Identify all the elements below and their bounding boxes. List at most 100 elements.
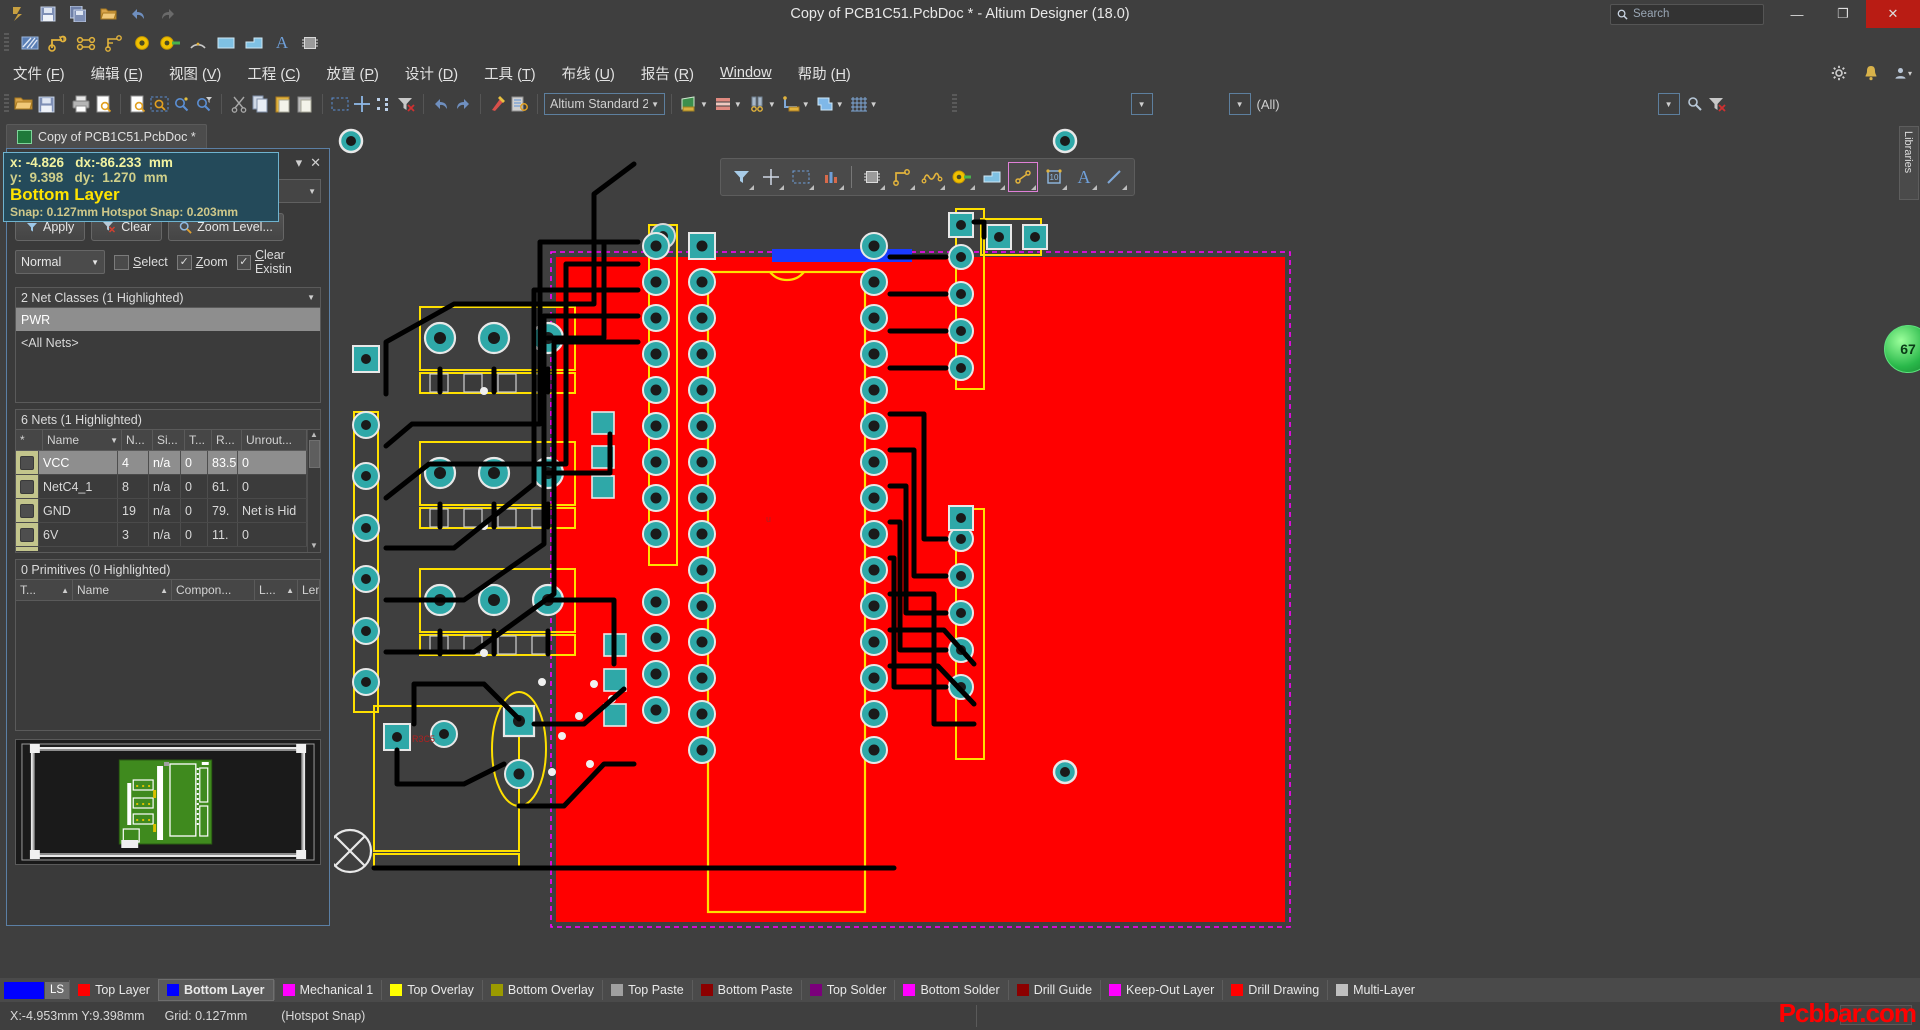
list-item[interactable]: PWR [16, 308, 320, 331]
clear-filter-toolbar-icon[interactable] [1706, 93, 1728, 115]
net-color-swatch[interactable] [16, 475, 39, 498]
layer-tab-drill-drawing[interactable]: Drill Drawing [1222, 980, 1327, 1000]
close-button[interactable]: ✕ [1866, 0, 1920, 28]
paste-special-icon[interactable] [294, 93, 316, 115]
layer-tab-multi-layer[interactable]: Multi-Layer [1327, 980, 1423, 1000]
layer-tab-top-overlay[interactable]: Top Overlay [381, 980, 482, 1000]
col-tracks[interactable]: T... [185, 430, 212, 450]
menu-reports[interactable]: 报告 (R) [628, 61, 707, 86]
menu-file[interactable]: 文件 (F) [0, 61, 78, 86]
panel-close-icon[interactable]: ✕ [310, 155, 321, 171]
zoom-checkbox[interactable]: ✓ Zoom [176, 254, 228, 270]
menu-tools[interactable]: 工具 (T) [471, 61, 549, 86]
pad-tool-icon[interactable] [948, 163, 976, 191]
grid-icon[interactable] [848, 93, 870, 115]
notifications-bell-icon[interactable] [1862, 64, 1880, 82]
board-layers-icon[interactable] [712, 93, 734, 115]
menu-route[interactable]: 布线 (U) [549, 61, 628, 86]
table-row[interactable]: GND 19 n/a 0 79. Net is Hid [16, 499, 307, 523]
print-icon[interactable] [70, 93, 92, 115]
fill-tool-icon[interactable] [978, 163, 1006, 191]
line-tool-icon[interactable] [1100, 163, 1128, 191]
chevron-down-icon[interactable]: ▼ [768, 100, 776, 109]
clear-filter-icon[interactable] [395, 93, 417, 115]
toolbar-grip[interactable] [4, 33, 9, 53]
nets-scrollbar[interactable]: ▲ ▼ [307, 430, 320, 552]
cross-probe-icon[interactable] [487, 93, 509, 115]
clear-existing-checkbox-box[interactable]: ✓ [236, 254, 251, 270]
filter-mode-select[interactable]: Normal ▼ [15, 250, 105, 274]
zoom-selected-icon[interactable] [171, 93, 193, 115]
chevron-down-icon[interactable]: ▼ [700, 100, 708, 109]
layer-sets-icon[interactable] [814, 93, 836, 115]
design-rules-icon[interactable] [746, 93, 768, 115]
net-color-swatch[interactable] [16, 451, 39, 474]
selection-box-tool-icon[interactable] [787, 163, 815, 191]
select-area-icon[interactable] [329, 93, 351, 115]
net-color-swatch[interactable] [16, 499, 39, 522]
pcb-canvas[interactable]: 10 A R3C5 u [334, 124, 1898, 982]
col-routed[interactable]: R... [212, 430, 242, 450]
net-color-swatch[interactable] [16, 523, 39, 546]
menu-edit[interactable]: 编辑 (E) [78, 61, 156, 86]
layer-tab-bottom-layer[interactable]: Bottom Layer [157, 979, 274, 1001]
settings-gear-icon[interactable] [1830, 64, 1848, 82]
measure-icon[interactable] [780, 93, 802, 115]
layer-tab-bottom-solder[interactable]: Bottom Solder [894, 980, 1007, 1000]
layer-tab-mechanical-1[interactable]: Mechanical 1 [273, 980, 382, 1000]
redo-icon[interactable] [158, 4, 178, 24]
coordinate-tool-icon[interactable]: 10 [1040, 163, 1068, 191]
menu-project[interactable]: 工程 (C) [234, 61, 313, 86]
col-type[interactable]: T... ▲ [16, 580, 73, 600]
menu-view[interactable]: 视图 (V) [156, 61, 234, 86]
altium-logo-icon[interactable] [8, 4, 28, 24]
menu-window[interactable]: Window [707, 63, 785, 83]
search-input[interactable]: Search [1610, 3, 1764, 25]
clear-existing-checkbox[interactable]: ✓ Clear Existin [236, 248, 321, 276]
layer-sets-chip[interactable]: LS [4, 980, 70, 1000]
undo-toolbar-icon[interactable] [430, 93, 452, 115]
chevron-down-icon[interactable]: ▼ [802, 100, 810, 109]
col-length[interactable]: Length [298, 580, 320, 600]
layer-style-combo[interactable]: Altium Standard 2 ▼ [544, 93, 665, 115]
save-document-icon[interactable] [35, 93, 57, 115]
interactive-length-tune-icon[interactable] [103, 32, 125, 54]
col-unrouted[interactable]: Unrout... [242, 430, 307, 450]
cut-icon[interactable] [228, 93, 250, 115]
move-icon[interactable] [351, 93, 373, 115]
string-tool-icon[interactable]: A [1070, 163, 1098, 191]
zoom-filter-icon[interactable] [193, 93, 215, 115]
zoom-find-icon[interactable] [1684, 93, 1706, 115]
copy-icon[interactable] [250, 93, 272, 115]
zoom-area-icon[interactable] [149, 93, 171, 115]
string-icon[interactable]: A [271, 32, 293, 54]
user-account-icon[interactable]: ▾ [1894, 64, 1912, 82]
select-checkbox-box[interactable] [114, 254, 129, 270]
route-track-icon[interactable] [47, 32, 69, 54]
polygon-pour-icon[interactable] [19, 32, 41, 54]
component-tool-icon[interactable] [858, 163, 886, 191]
primitives-grid[interactable]: T...▲ Name▲ Compon... L...▲ Length [15, 580, 321, 731]
menu-help[interactable]: 帮助 (H) [785, 61, 864, 86]
col-prim-name[interactable]: Name ▲ [73, 580, 172, 600]
crosshair-tool-icon[interactable] [757, 163, 785, 191]
zoom-document-icon[interactable] [127, 93, 149, 115]
layer-tab-drill-guide[interactable]: Drill Guide [1007, 980, 1100, 1000]
save-all-icon[interactable] [68, 4, 88, 24]
select-checkbox[interactable]: Select [114, 254, 168, 270]
document-tab[interactable]: Copy of PCB1C51.PcbDoc * [6, 124, 207, 149]
board-preview[interactable] [15, 739, 321, 865]
menu-place[interactable]: 放置 (P) [314, 61, 392, 86]
filter-all-combo[interactable]: ▼ [1228, 93, 1251, 115]
redo-toolbar-icon[interactable] [452, 93, 474, 115]
print-preview-icon[interactable] [92, 93, 114, 115]
col-star[interactable]: * [16, 430, 43, 450]
differential-pair-routing-tool-icon[interactable] [918, 163, 946, 191]
layer-tab-top-layer[interactable]: Top Layer [69, 980, 158, 1000]
zoom-checkbox-box[interactable]: ✓ [176, 254, 192, 270]
chevron-down-icon[interactable]: ▼ [307, 293, 315, 302]
restore-button[interactable]: ❐ [1820, 0, 1866, 28]
open-document-icon[interactable] [13, 93, 35, 115]
interactive-routing-tool-icon[interactable] [888, 163, 916, 191]
filter-extra-combo[interactable]: ▼ [1657, 93, 1680, 115]
